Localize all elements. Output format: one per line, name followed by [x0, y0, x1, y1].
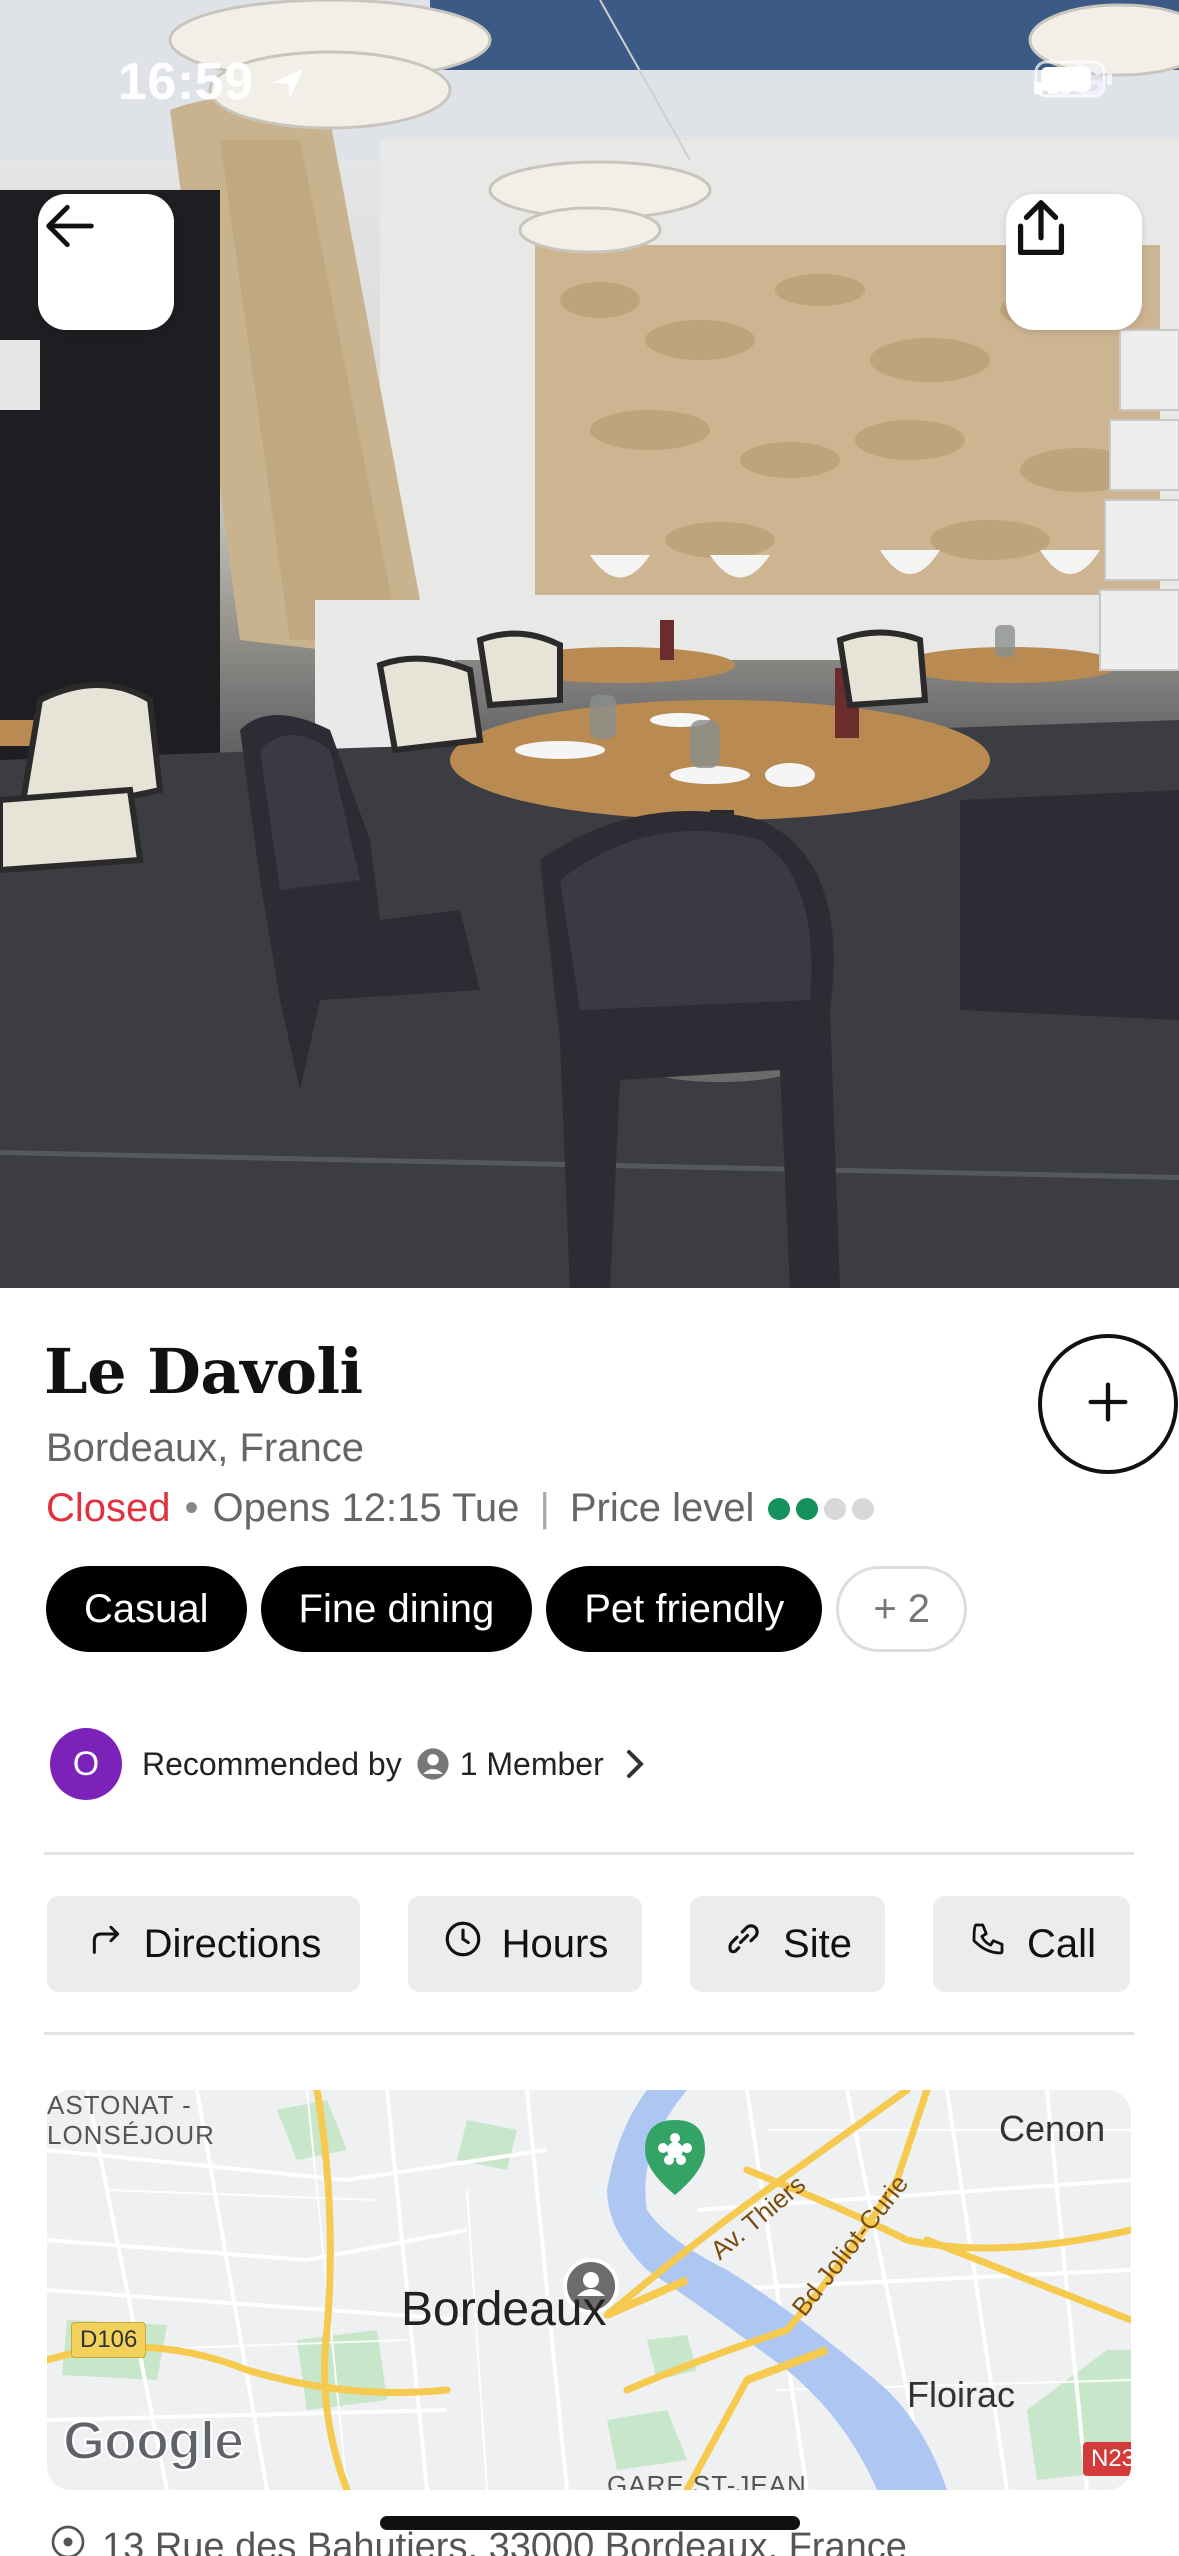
location-pin-icon [50, 2524, 86, 2556]
home-indicator [380, 2516, 800, 2530]
price-dot [768, 1497, 791, 1520]
share-button[interactable] [1006, 194, 1142, 330]
price-level-label: Price level [569, 1486, 755, 1530]
map-label-gare: GARE ST-JEAN [607, 2470, 807, 2490]
chevron-right-icon [622, 1748, 648, 1780]
person-icon [416, 1747, 450, 1781]
place-location: Bordeaux, France [46, 1426, 364, 1470]
price-dot [824, 1497, 847, 1520]
recommended-by-label: Recommended by [142, 1745, 402, 1782]
back-button[interactable] [38, 194, 174, 330]
more-tags-chip[interactable]: + 2 [836, 1566, 968, 1652]
status-time: 16:59 [118, 53, 254, 111]
map-label-bordeaux: Bordeaux [401, 2283, 607, 2336]
site-label: Site [783, 1921, 852, 1966]
phone-icon [967, 1918, 1009, 1970]
hours-button[interactable]: Hours [408, 1896, 642, 1992]
road-badge-n23: N23 [1083, 2442, 1131, 2476]
tag-list: Casual Fine dining Pet friendly + 2 [46, 1566, 968, 1652]
divider [44, 2032, 1134, 2035]
plus-icon [1082, 1376, 1134, 1433]
recommendation-row[interactable]: O Recommended by 1 Member [50, 1728, 648, 1800]
price-dot [796, 1497, 819, 1520]
price-level-indicator [768, 1497, 875, 1520]
road-badge-d106: D106 [71, 2322, 147, 2358]
map-preview[interactable]: ASTONAT - LONSÉJOUR Cenon Bordeaux Floir… [47, 2090, 1131, 2490]
map-label-caudéran: ASTONAT - LONSÉJOUR [47, 2090, 215, 2150]
action-bar: Directions Hours Site Call [0, 1896, 1179, 1992]
directions-button[interactable]: Directions [47, 1896, 360, 1992]
status-closed: Closed [46, 1486, 171, 1530]
directions-icon [86, 1919, 126, 1969]
restaurant-photo [0, 0, 1179, 1288]
place-title: Le Davoli [44, 1335, 363, 1408]
avatar: O [50, 1728, 122, 1800]
add-to-list-button[interactable] [1038, 1334, 1178, 1474]
bar-separator: | [539, 1486, 550, 1530]
opens-time: Opens 12:15 Tue [212, 1486, 520, 1530]
hours-line: Closed • Opens 12:15 Tue | Price level [46, 1486, 875, 1531]
link-icon [723, 1918, 765, 1970]
address-text: 13 Rue des Bahutiers, 33000 Bordeaux, Fr… [102, 2525, 907, 2556]
clock-icon [442, 1918, 484, 1970]
tag-chip[interactable]: Pet friendly [546, 1566, 823, 1652]
call-label: Call [1027, 1921, 1096, 1966]
tag-chip[interactable]: Fine dining [260, 1566, 533, 1652]
price-dot [852, 1497, 875, 1520]
site-button[interactable]: Site [690, 1896, 885, 1992]
divider [44, 1852, 1134, 1855]
dot-separator: • [184, 1486, 199, 1530]
map-label-floirac: Floirac [907, 2374, 1016, 2415]
tag-chip[interactable]: Casual [46, 1566, 247, 1652]
google-logo: Google [62, 2410, 245, 2472]
member-count: 1 Member [459, 1745, 604, 1782]
hours-label: Hours [501, 1921, 609, 1966]
hero-photo: 16:59 5G [0, 0, 1179, 1288]
directions-label: Directions [143, 1921, 322, 1966]
map-label-cenon: Cenon [999, 2108, 1106, 2149]
call-button[interactable]: Call [933, 1896, 1130, 1992]
